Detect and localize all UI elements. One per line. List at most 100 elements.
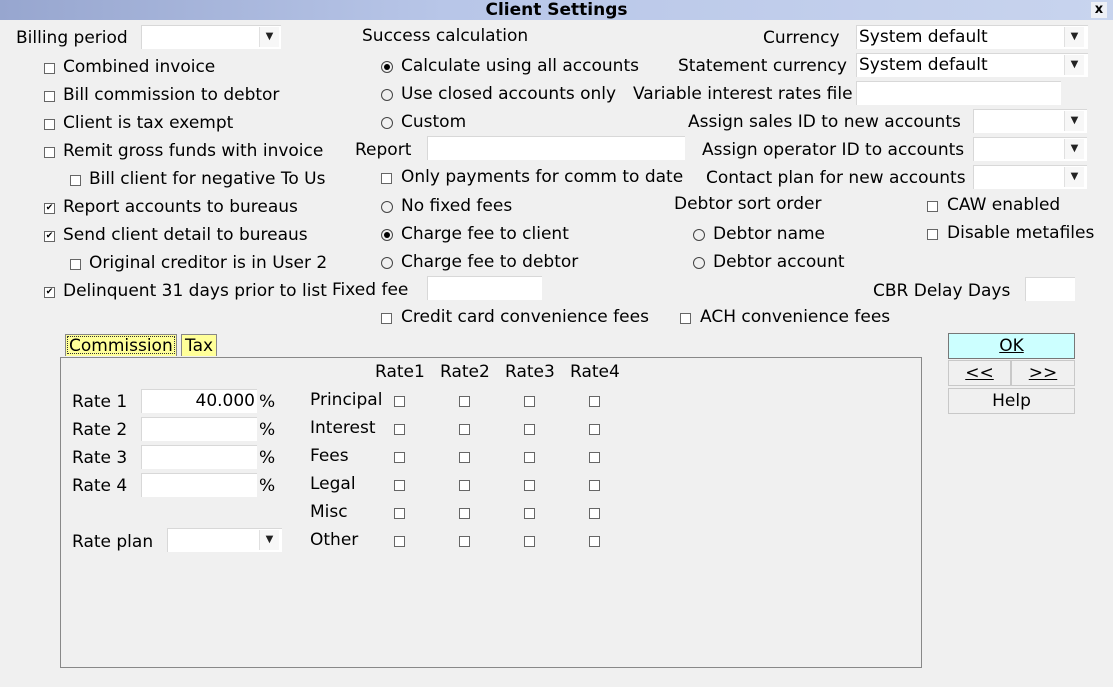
grid-checkbox[interactable] [589, 452, 600, 463]
rate-4-input[interactable] [141, 473, 257, 497]
chevron-down-icon[interactable]: ▼ [1064, 55, 1084, 75]
client-is-tax-exempt-checkbox[interactable] [44, 119, 55, 130]
calculate-using-all-accounts-label: Calculate using all accounts [401, 56, 639, 76]
grid-checkbox[interactable] [524, 452, 535, 463]
bill-client-for-negative-to-us-label: Bill client for negative To Us [89, 169, 326, 189]
use-closed-accounts-only-radio[interactable] [381, 89, 393, 101]
row-label-other: Other [310, 530, 359, 550]
row-label-fees: Fees [310, 446, 349, 466]
send-client-detail-to-bureaus-checkbox[interactable]: ✔ [44, 231, 55, 242]
statement-currency-select[interactable]: System default [856, 53, 1088, 77]
chevron-down-icon[interactable]: ▼ [259, 27, 279, 47]
ach-fees-checkbox[interactable] [680, 313, 691, 324]
rate-2-unit: % [259, 420, 276, 440]
grid-checkbox[interactable] [394, 480, 405, 491]
delinquent-31-days-prior-to-list-checkbox[interactable]: ✔ [44, 287, 55, 298]
grid-checkbox[interactable] [589, 508, 600, 519]
close-button[interactable]: x [1091, 2, 1107, 18]
original-creditor-is-in-user-2-label: Original creditor is in User 2 [89, 253, 328, 273]
help-button-label: Help [992, 391, 1031, 411]
grid-checkbox[interactable] [589, 480, 600, 491]
metafiles-checkbox[interactable] [927, 229, 938, 240]
tab-tax[interactable]: Tax [181, 334, 218, 356]
caw-label: CAW enabled [947, 195, 1061, 215]
next-button-label: >> [1028, 363, 1058, 383]
only-payments-checkbox[interactable] [381, 173, 392, 184]
charge-fee-to-debtor-radio[interactable] [381, 257, 393, 269]
help-button[interactable]: Help [948, 388, 1075, 414]
rate-4-unit: % [259, 476, 276, 496]
rate-4-label: Rate 4 [72, 476, 128, 496]
rate-plan-label: Rate plan [72, 532, 154, 552]
chevron-down-icon[interactable]: ▼ [1064, 167, 1084, 187]
combined-invoice-checkbox[interactable] [44, 63, 55, 74]
column-header-rate3: Rate3 [505, 362, 555, 382]
grid-checkbox[interactable] [589, 396, 600, 407]
use-closed-accounts-only-label: Use closed accounts only [401, 84, 617, 104]
grid-checkbox[interactable] [394, 424, 405, 435]
ok-button[interactable]: OK [948, 333, 1075, 359]
chevron-down-icon[interactable]: ▼ [259, 530, 279, 550]
grid-checkbox[interactable] [394, 396, 405, 407]
grid-checkbox[interactable] [524, 480, 535, 491]
chevron-down-icon[interactable]: ▼ [1064, 27, 1084, 47]
credit-card-fees-checkbox[interactable] [381, 313, 392, 324]
chevron-down-icon[interactable]: ▼ [1064, 139, 1084, 159]
grid-checkbox[interactable] [524, 536, 535, 547]
report-accounts-to-bureaus-checkbox[interactable]: ✔ [44, 203, 55, 214]
charge-fee-to-client-radio[interactable] [381, 229, 393, 241]
original-creditor-is-in-user-2-checkbox[interactable] [70, 259, 81, 270]
rate-2-input[interactable] [141, 417, 257, 441]
column-header-rate4: Rate4 [570, 362, 620, 382]
credit-card-fees-label: Credit card convenience fees [401, 307, 649, 327]
combined-invoice-label: Combined invoice [63, 57, 216, 77]
column-header-rate2: Rate2 [440, 362, 490, 382]
delinquent-31-days-prior-to-list-label: Delinquent 31 days prior to list [63, 281, 327, 301]
report-input[interactable] [427, 136, 685, 160]
grid-checkbox[interactable] [394, 452, 405, 463]
send-client-detail-to-bureaus-label: Send client detail to bureaus [63, 225, 308, 245]
rate-3-input[interactable] [141, 445, 257, 469]
bill-client-for-negative-to-us-checkbox[interactable] [70, 175, 81, 186]
cbr-delay-input[interactable] [1025, 277, 1075, 301]
ok-button-label: OK [999, 336, 1024, 356]
grid-checkbox[interactable] [589, 424, 600, 435]
no-fixed-fees-radio[interactable] [381, 201, 393, 213]
custom-radio[interactable] [381, 117, 393, 129]
rate-1-input[interactable]: 40.000 [141, 389, 257, 413]
grid-checkbox[interactable] [524, 424, 535, 435]
prev-button-label: << [965, 363, 994, 383]
metafiles-label: Disable metafiles [947, 223, 1095, 243]
grid-checkbox[interactable] [459, 508, 470, 519]
grid-checkbox[interactable] [459, 424, 470, 435]
cbr-delay-label: CBR Delay Days [873, 281, 1011, 301]
currency-select[interactable]: System default [856, 25, 1088, 49]
grid-checkbox[interactable] [459, 536, 470, 547]
tab-commission[interactable]: Commission [65, 334, 177, 356]
grid-checkbox[interactable] [524, 508, 535, 519]
caw-checkbox[interactable] [927, 201, 938, 212]
charge-fee-to-client-label: Charge fee to client [401, 224, 569, 244]
grid-checkbox[interactable] [459, 396, 470, 407]
grid-checkbox[interactable] [524, 396, 535, 407]
operator-id-label: Assign operator ID to accounts [702, 140, 965, 160]
chevron-down-icon[interactable]: ▼ [1064, 111, 1084, 131]
remit-gross-funds-with-invoice-checkbox[interactable] [44, 147, 55, 158]
grid-checkbox[interactable] [394, 508, 405, 519]
grid-checkbox[interactable] [459, 452, 470, 463]
row-label-principal: Principal [310, 390, 383, 410]
grid-checkbox[interactable] [394, 536, 405, 547]
fixed-fee-label: Fixed fee [332, 280, 409, 300]
grid-checkbox[interactable] [459, 480, 470, 491]
fixed-fee-input[interactable] [427, 276, 542, 300]
prev-button[interactable]: << [948, 360, 1011, 386]
bill-commission-to-debtor-checkbox[interactable] [44, 91, 55, 102]
variable-rates-input[interactable] [856, 81, 1061, 105]
row-label-interest: Interest [310, 418, 376, 438]
custom-label: Custom [401, 112, 467, 132]
grid-checkbox[interactable] [589, 536, 600, 547]
calculate-using-all-accounts-radio[interactable] [381, 61, 393, 73]
debtor-account-radio[interactable] [693, 257, 705, 269]
debtor-name-radio[interactable] [693, 229, 705, 241]
next-button[interactable]: >> [1011, 360, 1075, 386]
